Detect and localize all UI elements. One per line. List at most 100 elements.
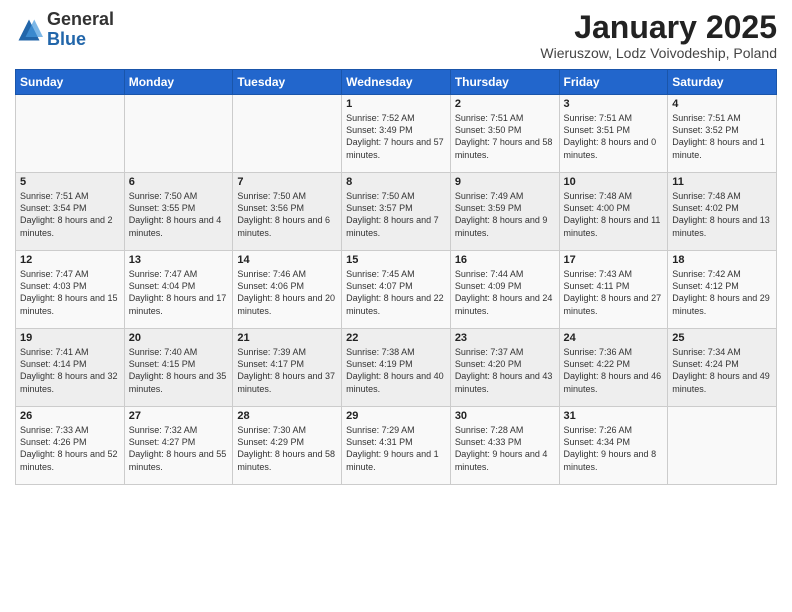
calendar-week-2: 5 Sunrise: 7:51 AM Sunset: 3:54 PM Daylig… (16, 173, 777, 251)
day-info: Sunrise: 7:46 AM Sunset: 4:06 PM Dayligh… (237, 268, 337, 317)
day-number: 24 (564, 332, 664, 344)
day-info: Sunrise: 7:36 AM Sunset: 4:22 PM Dayligh… (564, 346, 664, 395)
day-number: 20 (129, 332, 229, 344)
day-number: 17 (564, 254, 664, 266)
day-number: 13 (129, 254, 229, 266)
day-info: Sunrise: 7:38 AM Sunset: 4:19 PM Dayligh… (346, 346, 446, 395)
day-info: Sunrise: 7:49 AM Sunset: 3:59 PM Dayligh… (455, 190, 555, 239)
day-info: Sunrise: 7:44 AM Sunset: 4:09 PM Dayligh… (455, 268, 555, 317)
day-info: Sunrise: 7:40 AM Sunset: 4:15 PM Dayligh… (129, 346, 229, 395)
day-number: 4 (672, 98, 772, 110)
day-info: Sunrise: 7:45 AM Sunset: 4:07 PM Dayligh… (346, 268, 446, 317)
day-number: 30 (455, 410, 555, 422)
logo-icon (15, 16, 43, 44)
day-number: 22 (346, 332, 446, 344)
day-number: 29 (346, 410, 446, 422)
calendar-cell (16, 95, 125, 173)
day-info: Sunrise: 7:51 AM Sunset: 3:50 PM Dayligh… (455, 112, 555, 161)
logo: General Blue (15, 10, 114, 50)
logo-general-text: General (47, 9, 114, 29)
day-info: Sunrise: 7:43 AM Sunset: 4:11 PM Dayligh… (564, 268, 664, 317)
day-number: 28 (237, 410, 337, 422)
calendar-cell: 28 Sunrise: 7:30 AM Sunset: 4:29 PM Dayli… (233, 407, 342, 485)
calendar-cell: 14 Sunrise: 7:46 AM Sunset: 4:06 PM Dayli… (233, 251, 342, 329)
day-info: Sunrise: 7:47 AM Sunset: 4:04 PM Dayligh… (129, 268, 229, 317)
day-number: 1 (346, 98, 446, 110)
day-number: 14 (237, 254, 337, 266)
calendar-cell: 21 Sunrise: 7:39 AM Sunset: 4:17 PM Dayli… (233, 329, 342, 407)
day-number: 3 (564, 98, 664, 110)
calendar-week-5: 26Sunrise: 7:33 AM Sunset: 4:26 PM Dayli… (16, 407, 777, 485)
day-number: 6 (129, 176, 229, 188)
calendar-cell: 30 Sunrise: 7:28 AM Sunset: 4:33 PM Dayli… (450, 407, 559, 485)
calendar-cell: 20 Sunrise: 7:40 AM Sunset: 4:15 PM Dayli… (124, 329, 233, 407)
day-number: 16 (455, 254, 555, 266)
day-info: Sunrise: 7:33 AM Sunset: 4:26 PM Dayligh… (20, 424, 120, 473)
day-info: Sunrise: 7:28 AM Sunset: 4:33 PM Dayligh… (455, 424, 555, 473)
calendar-header-wednesday: Wednesday (342, 70, 451, 95)
calendar-cell: 11Sunrise: 7:48 AM Sunset: 4:02 PM Dayli… (668, 173, 777, 251)
day-number: 8 (346, 176, 446, 188)
day-number: 25 (672, 332, 772, 344)
calendar-cell: 29 Sunrise: 7:29 AM Sunset: 4:31 PM Dayli… (342, 407, 451, 485)
title-block: January 2025 Wieruszow, Lodz Voivodeship… (540, 10, 777, 61)
calendar-cell: 1 Sunrise: 7:52 AM Sunset: 3:49 PM Daylig… (342, 95, 451, 173)
day-info: Sunrise: 7:32 AM Sunset: 4:27 PM Dayligh… (129, 424, 229, 473)
day-info: Sunrise: 7:41 AM Sunset: 4:14 PM Dayligh… (20, 346, 120, 395)
day-info: Sunrise: 7:51 AM Sunset: 3:54 PM Dayligh… (20, 190, 120, 239)
calendar-cell: 23Sunrise: 7:37 AM Sunset: 4:20 PM Dayli… (450, 329, 559, 407)
day-info: Sunrise: 7:39 AM Sunset: 4:17 PM Dayligh… (237, 346, 337, 395)
calendar-cell (668, 407, 777, 485)
calendar-cell: 3 Sunrise: 7:51 AM Sunset: 3:51 PM Daylig… (559, 95, 668, 173)
day-number: 9 (455, 176, 555, 188)
calendar-cell: 26Sunrise: 7:33 AM Sunset: 4:26 PM Dayli… (16, 407, 125, 485)
day-info: Sunrise: 7:48 AM Sunset: 4:00 PM Dayligh… (564, 190, 664, 239)
day-number: 21 (237, 332, 337, 344)
calendar-cell (124, 95, 233, 173)
calendar-header-saturday: Saturday (668, 70, 777, 95)
calendar-cell: 5 Sunrise: 7:51 AM Sunset: 3:54 PM Daylig… (16, 173, 125, 251)
calendar-cell: 31Sunrise: 7:26 AM Sunset: 4:34 PM Dayli… (559, 407, 668, 485)
calendar-title: January 2025 (540, 10, 777, 45)
calendar-cell (233, 95, 342, 173)
header: General Blue January 2025 Wieruszow, Lod… (15, 10, 777, 61)
day-info: Sunrise: 7:42 AM Sunset: 4:12 PM Dayligh… (672, 268, 772, 317)
calendar-cell: 25 Sunrise: 7:34 AM Sunset: 4:24 PM Dayli… (668, 329, 777, 407)
logo-blue-text: Blue (47, 29, 86, 49)
calendar-cell: 12 Sunrise: 7:47 AM Sunset: 4:03 PM Dayli… (16, 251, 125, 329)
calendar-cell: 16 Sunrise: 7:44 AM Sunset: 4:09 PM Dayli… (450, 251, 559, 329)
calendar-cell: 7Sunrise: 7:50 AM Sunset: 3:56 PM Daylig… (233, 173, 342, 251)
calendar-cell: 15 Sunrise: 7:45 AM Sunset: 4:07 PM Dayli… (342, 251, 451, 329)
day-info: Sunrise: 7:26 AM Sunset: 4:34 PM Dayligh… (564, 424, 664, 473)
day-info: Sunrise: 7:29 AM Sunset: 4:31 PM Dayligh… (346, 424, 446, 473)
day-info: Sunrise: 7:34 AM Sunset: 4:24 PM Dayligh… (672, 346, 772, 395)
day-info: Sunrise: 7:50 AM Sunset: 3:57 PM Dayligh… (346, 190, 446, 239)
calendar-cell: 18Sunrise: 7:42 AM Sunset: 4:12 PM Dayli… (668, 251, 777, 329)
day-number: 15 (346, 254, 446, 266)
day-number: 5 (20, 176, 120, 188)
calendar-week-4: 19Sunrise: 7:41 AM Sunset: 4:14 PM Dayli… (16, 329, 777, 407)
calendar-cell: 19Sunrise: 7:41 AM Sunset: 4:14 PM Dayli… (16, 329, 125, 407)
calendar-week-1: 1 Sunrise: 7:52 AM Sunset: 3:49 PM Daylig… (16, 95, 777, 173)
calendar-cell: 17 Sunrise: 7:43 AM Sunset: 4:11 PM Dayli… (559, 251, 668, 329)
day-info: Sunrise: 7:51 AM Sunset: 3:51 PM Dayligh… (564, 112, 664, 161)
calendar-cell: 24 Sunrise: 7:36 AM Sunset: 4:22 PM Dayli… (559, 329, 668, 407)
calendar-cell: 22 Sunrise: 7:38 AM Sunset: 4:19 PM Dayli… (342, 329, 451, 407)
calendar-page: General Blue January 2025 Wieruszow, Lod… (0, 0, 792, 612)
calendar-header-row: SundayMondayTuesdayWednesdayThursdayFrid… (16, 70, 777, 95)
day-info: Sunrise: 7:30 AM Sunset: 4:29 PM Dayligh… (237, 424, 337, 473)
day-number: 10 (564, 176, 664, 188)
calendar-header-thursday: Thursday (450, 70, 559, 95)
calendar-cell: 13 Sunrise: 7:47 AM Sunset: 4:04 PM Dayli… (124, 251, 233, 329)
calendar-header-sunday: Sunday (16, 70, 125, 95)
day-info: Sunrise: 7:37 AM Sunset: 4:20 PM Dayligh… (455, 346, 555, 395)
day-number: 12 (20, 254, 120, 266)
day-info: Sunrise: 7:50 AM Sunset: 3:55 PM Dayligh… (129, 190, 229, 239)
day-info: Sunrise: 7:47 AM Sunset: 4:03 PM Dayligh… (20, 268, 120, 317)
calendar-cell: 10 Sunrise: 7:48 AM Sunset: 4:00 PM Dayli… (559, 173, 668, 251)
calendar-header-friday: Friday (559, 70, 668, 95)
calendar-cell: 27Sunrise: 7:32 AM Sunset: 4:27 PM Dayli… (124, 407, 233, 485)
calendar-week-3: 12 Sunrise: 7:47 AM Sunset: 4:03 PM Dayli… (16, 251, 777, 329)
day-info: Sunrise: 7:52 AM Sunset: 3:49 PM Dayligh… (346, 112, 446, 161)
calendar-table: SundayMondayTuesdayWednesdayThursdayFrid… (15, 69, 777, 485)
